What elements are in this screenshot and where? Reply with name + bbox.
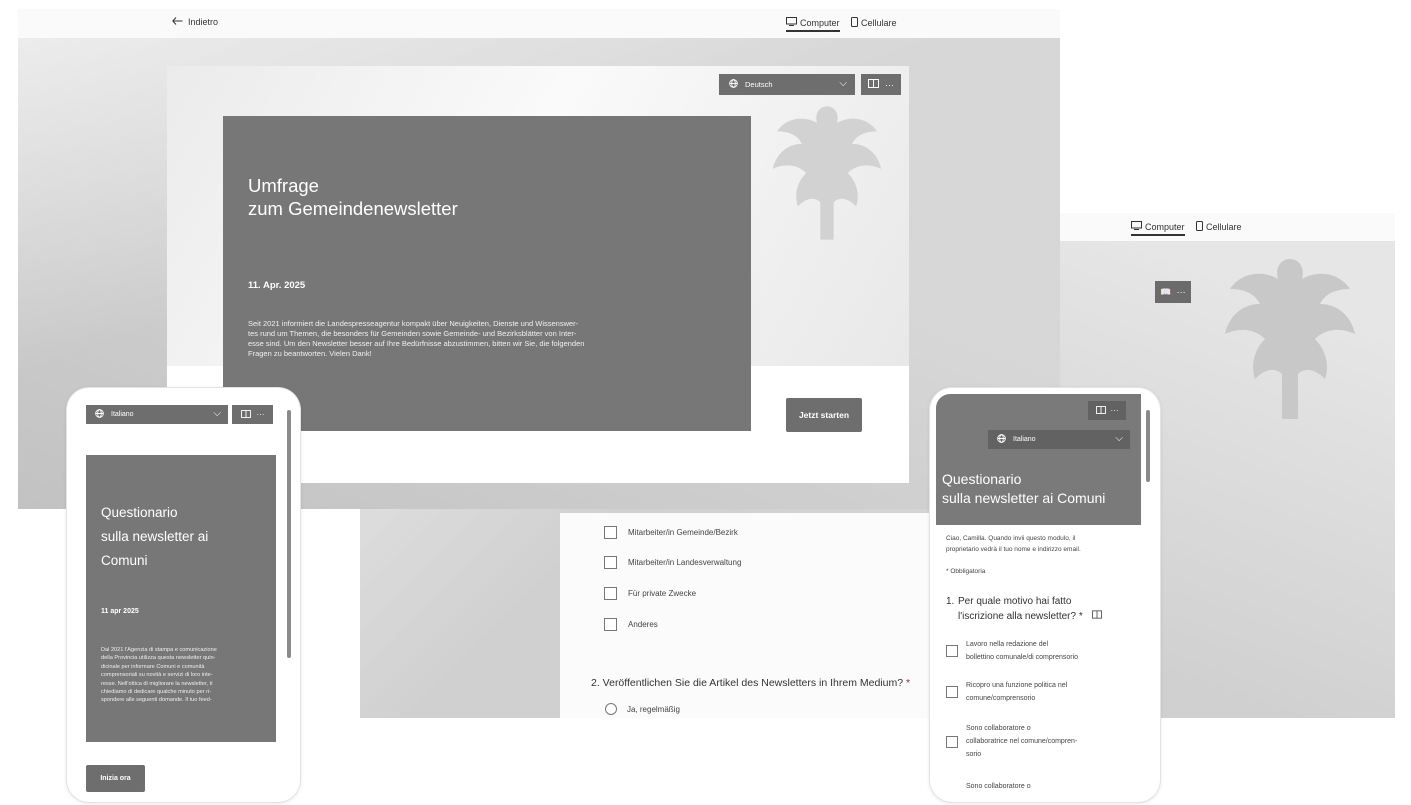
computer-view-label: Computer <box>1145 221 1185 232</box>
radio-option[interactable]: Ja, regelmäßig <box>605 703 680 715</box>
checkbox[interactable] <box>946 686 958 698</box>
toolbar-icon-group: ··· <box>861 74 901 95</box>
checkbox[interactable] <box>946 645 958 657</box>
phone-icon <box>1196 221 1203 233</box>
immersive-reader-icon[interactable]: 📖 <box>1160 287 1171 298</box>
checkbox-option[interactable]: Für private Zwecke <box>604 587 696 600</box>
toolbar-icon-group[interactable]: 📖 ··· <box>1155 281 1191 303</box>
option-label: Mitarbeiter/in Landesverwaltung <box>628 558 742 567</box>
option-label: Ricopro una funzione politica nel comune… <box>966 682 1068 702</box>
option-label: Sono collaboratore o collaboratrice nel … <box>966 725 1078 758</box>
phone-icon <box>851 17 858 29</box>
checkbox-option[interactable]: Anderes <box>604 618 658 631</box>
language-select-value: Italiano <box>111 411 134 418</box>
form-header-card: Umfrage zum Gemeindenewsletter 11. Apr. … <box>223 116 751 431</box>
preview-topbar: Indietro Computer Cellulare <box>18 9 1060 38</box>
mobile-view-toggle[interactable]: Cellulare <box>1196 221 1242 233</box>
checkbox-option[interactable]: Lavoro nella redazione del bollettino co… <box>946 638 1116 664</box>
respondent-notice: Ciao, Camilla. Quando invii questo modul… <box>946 535 1081 553</box>
form-header-card: Questionario sulla newsletter ai Comuni … <box>86 455 276 742</box>
computer-view-label: Computer <box>800 17 840 28</box>
checkbox[interactable] <box>946 735 958 748</box>
back-link[interactable]: Indietro <box>172 17 218 27</box>
monitor-icon <box>786 17 797 28</box>
checkbox[interactable] <box>604 526 617 539</box>
form-title: Questionario sulla newsletter ai Comuni <box>101 505 209 568</box>
option-label: Sono collaboratore o <box>966 783 1031 790</box>
eagle-emblem <box>767 98 887 253</box>
toolbar-icon-group: ··· <box>232 405 273 424</box>
question-2-title: 2. Veröffentlichen Sie die Artikel des N… <box>591 677 911 689</box>
option-label: Für private Zwecke <box>628 589 697 598</box>
globe-icon <box>729 79 738 90</box>
checkbox[interactable] <box>604 618 617 631</box>
mobile-view-label: Cellulare <box>861 18 897 28</box>
more-icon[interactable]: ··· <box>1177 287 1186 297</box>
more-icon[interactable]: ··· <box>1111 406 1119 415</box>
more-icon[interactable]: ··· <box>257 410 265 419</box>
checkbox[interactable] <box>604 556 617 569</box>
chevron-down-icon: ⌵ <box>839 78 847 89</box>
chevron-down-icon: ⌵ <box>1115 433 1123 444</box>
globe-icon <box>95 409 104 420</box>
radio-button[interactable] <box>605 703 617 715</box>
checkbox-option[interactable]: Mitarbeiter/in Gemeinde/Bezirk <box>604 526 738 539</box>
form-description: Seit 2021 informiert die Landespresseage… <box>248 319 585 358</box>
mobile-view-toggle[interactable]: Cellulare <box>851 17 897 29</box>
option-label: Ja, regelmäßig <box>627 704 680 714</box>
immersive-reader-icon[interactable] <box>1095 405 1106 416</box>
option-label: Anderes <box>628 620 658 629</box>
language-select[interactable]: Italiano ⌵ <box>86 405 228 424</box>
question-number: 1. <box>946 596 955 607</box>
checkbox-option[interactable]: Sono collaboratore o <box>966 780 1116 793</box>
required-marker: * <box>905 677 911 689</box>
eagle-emblem <box>1220 249 1360 434</box>
chevron-down-icon: ⌵ <box>213 408 221 419</box>
option-label: Mitarbeiter/in Gemeinde/Bezirk <box>628 528 738 537</box>
scrollbar[interactable] <box>287 410 291 658</box>
form-date: 11. Apr. 2025 <box>248 280 306 291</box>
checkbox-option[interactable]: Sono collaboratore o collaboratrice nel … <box>946 722 1116 761</box>
back-label: Indietro <box>188 17 219 27</box>
checkbox-option[interactable]: Ricopro una funzione politica nel comune… <box>946 679 1116 705</box>
language-select[interactable]: Italiano ⌵ <box>988 430 1130 449</box>
language-select-value: Deutsch <box>745 80 773 89</box>
mobile-preview-left: Italiano ⌵ ··· Questionario sulla newsle… <box>67 388 300 802</box>
language-select[interactable]: Deutsch ⌵ <box>719 74 855 95</box>
computer-view-toggle[interactable]: Computer <box>1131 221 1185 236</box>
form-description: Dal 2021 l'Agenzia di stampa e comunicaz… <box>101 647 217 704</box>
language-select-value: Italiano <box>1013 436 1036 443</box>
mobile-view-label: Cellulare <box>1206 222 1242 232</box>
form-date: 11 apr 2025 <box>101 608 139 615</box>
form-title: Questionario sulla newsletter ai Comuni <box>942 471 1106 506</box>
toolbar-icon-group: ··· <box>1088 401 1126 420</box>
required-note: * Obbligatoria <box>946 568 986 575</box>
globe-icon <box>997 434 1006 445</box>
scrollbar[interactable] <box>1146 410 1150 482</box>
start-button[interactable]: Jetzt starten <box>786 398 862 432</box>
monitor-icon <box>1131 221 1142 232</box>
form-title: Umfrage zum Gemeindenewsletter <box>248 175 458 219</box>
mobile-preview-right: ··· Italiano ⌵ Questionario sulla newsle… <box>930 388 1160 802</box>
immersive-reader-icon[interactable] <box>240 409 251 420</box>
computer-view-toggle[interactable]: Computer <box>786 17 840 32</box>
checkbox[interactable] <box>604 587 617 600</box>
more-icon[interactable]: ··· <box>885 80 894 90</box>
immersive-reader-icon[interactable] <box>1091 610 1102 621</box>
immersive-reader-icon[interactable] <box>868 79 879 90</box>
arrow-left-icon <box>172 17 183 27</box>
start-button[interactable]: Inizia ora <box>86 765 145 792</box>
option-label: Lavoro nella redazione del bollettino co… <box>966 641 1079 661</box>
checkbox-option[interactable]: Mitarbeiter/in Landesverwaltung <box>604 556 741 569</box>
